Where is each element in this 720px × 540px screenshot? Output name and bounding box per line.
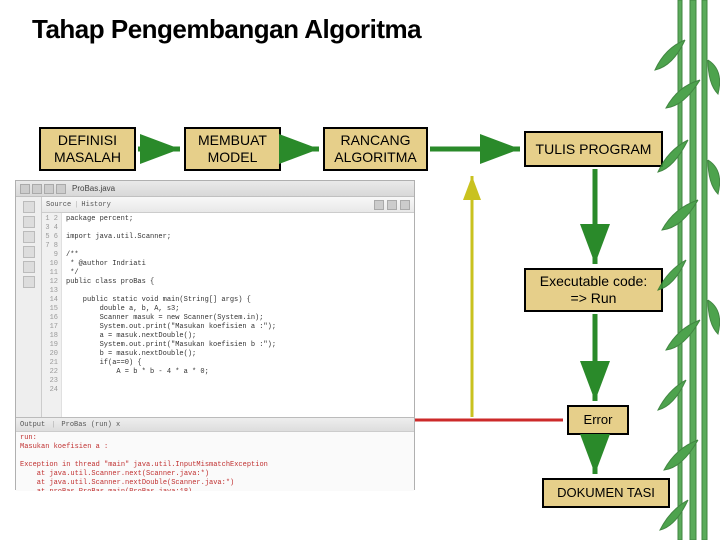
side-icon (23, 231, 35, 243)
box-line1: DEFINISI (54, 132, 121, 149)
toolbar-icon (387, 200, 397, 210)
box-error: Error (567, 405, 629, 435)
ide-sidebar (16, 197, 42, 417)
box-tulis-program: TULIS PROGRAM (524, 131, 663, 167)
ide-source-tabs: Source | History (42, 197, 414, 213)
output-label: Output (20, 421, 45, 429)
ide-filename: ProBas.java (72, 184, 115, 193)
toolbar-icon (44, 184, 54, 194)
box-line2: ALGORITMA (334, 149, 416, 166)
box-dokumentasi: DOKUMEN TASI (542, 478, 670, 508)
box-rancang-algoritma: RANCANG ALGORITMA (323, 127, 428, 171)
tab-source: Source (46, 201, 71, 209)
ide-gutter: 1 2 3 4 5 6 7 8 9 10 11 12 13 14 15 16 1… (42, 213, 62, 417)
ide-code-lines: package percent; import java.util.Scanne… (62, 213, 414, 417)
output-lines: run: Masukan koefisien a : Exception in … (16, 432, 414, 491)
output-run-tab: ProBas (run) x (61, 421, 120, 429)
toolbar-icon (56, 184, 66, 194)
side-icon (23, 246, 35, 258)
toolbar-icon (32, 184, 42, 194)
toolbar-icon (20, 184, 30, 194)
box-line1: Executable code: (540, 273, 647, 290)
ide-toolbar: ProBas.java (16, 181, 414, 197)
box-executable-code: Executable code: => Run (524, 268, 663, 312)
box-line1: Error (584, 412, 613, 428)
toolbar-icon (374, 200, 384, 210)
box-definisi-masalah: DEFINISI MASALAH (39, 127, 136, 171)
toolbar-icon (400, 200, 410, 210)
box-line1: RANCANG (334, 132, 416, 149)
box-line2: MASALAH (54, 149, 121, 166)
output-tabbar: Output | ProBas (run) x (16, 418, 414, 432)
box-line1: MEMBUAT (198, 132, 267, 149)
side-icon (23, 216, 35, 228)
side-icon (23, 261, 35, 273)
box-line1: DOKUMEN TASI (557, 485, 655, 501)
side-icon (23, 201, 35, 213)
ide-screenshot: ProBas.java Source | History 1 2 3 4 5 6… (15, 180, 415, 490)
tab-history: History (81, 201, 110, 209)
box-line1: TULIS PROGRAM (536, 141, 652, 158)
side-icon (23, 276, 35, 288)
box-line2: => Run (540, 290, 647, 307)
box-line2: MODEL (198, 149, 267, 166)
box-membuat-model: MEMBUAT MODEL (184, 127, 281, 171)
page-title: Tahap Pengembangan Algoritma (32, 14, 421, 45)
